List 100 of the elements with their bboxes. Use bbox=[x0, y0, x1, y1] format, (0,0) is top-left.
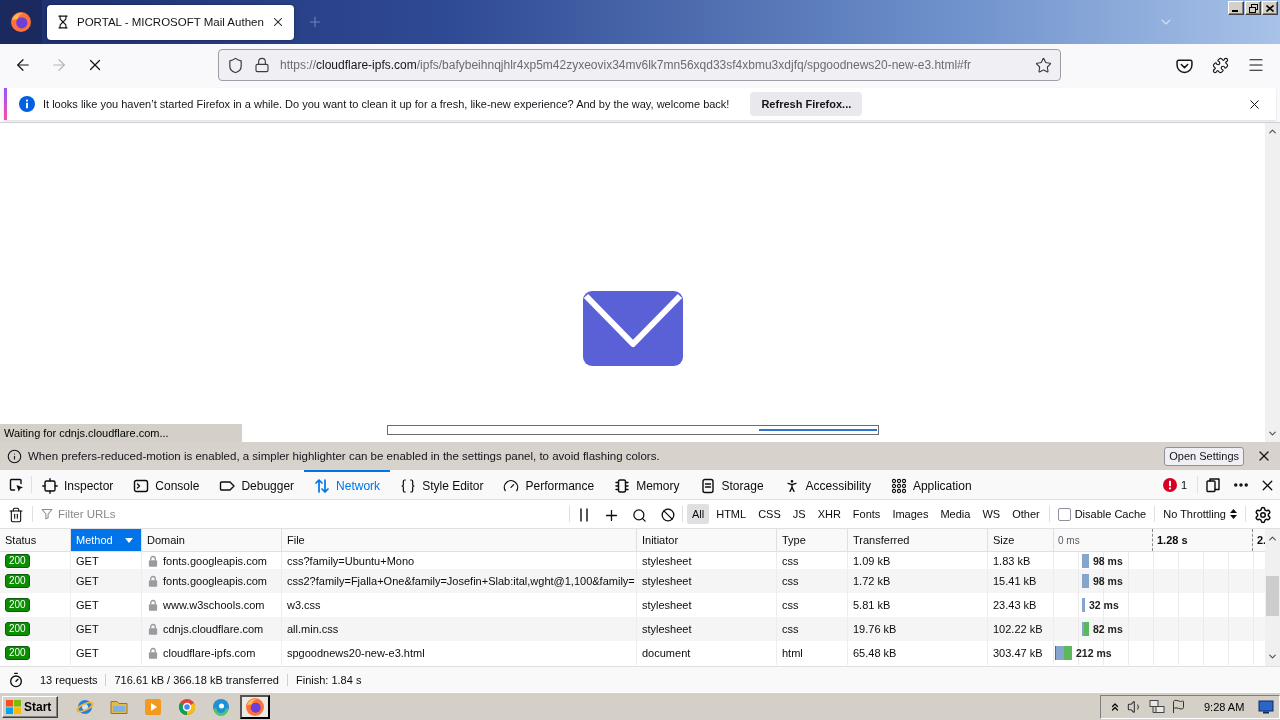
puzzle-icon[interactable] bbox=[1211, 56, 1229, 74]
column-header[interactable]: File bbox=[282, 529, 637, 551]
url-field[interactable]: https://cloudflare-ipfs.com/ipfs/bafybeihnqjhlr4xp5m42zyxeovix34mv6lk7mn56xqd33sf4xbmu3xdjfq/spgoodnews20-new-e3.html#fr bbox=[218, 49, 1061, 81]
back-icon[interactable] bbox=[14, 56, 32, 74]
type-filter-button[interactable]: Other bbox=[1007, 504, 1045, 524]
devtools-tab[interactable]: Accessibility bbox=[773, 470, 881, 499]
type-cell: html bbox=[777, 641, 848, 665]
timing-label: 98 ms bbox=[1093, 575, 1123, 587]
minimize-button[interactable] bbox=[1228, 1, 1244, 15]
domain-text: cdnjs.cloudflare.com bbox=[163, 623, 264, 635]
filter-field[interactable]: Filter URLs bbox=[58, 503, 569, 525]
browser-tab[interactable]: PORTAL - MICROSOFT Mail Authen bbox=[47, 4, 294, 40]
timing-label: 98 ms bbox=[1093, 554, 1123, 567]
status-code: 200 bbox=[5, 574, 30, 588]
column-header[interactable]: Domain bbox=[142, 529, 282, 551]
envelope-icon bbox=[582, 291, 683, 366]
chevron-shield-icon[interactable] bbox=[1175, 56, 1193, 74]
scroll-thumb[interactable] bbox=[1266, 576, 1279, 616]
pause-icon[interactable] bbox=[578, 508, 589, 522]
ban-icon[interactable] bbox=[660, 508, 675, 522]
search-icon[interactable] bbox=[632, 507, 648, 523]
network-icon[interactable] bbox=[1149, 698, 1165, 715]
timing-label: 32 ms bbox=[1089, 599, 1119, 611]
restore-button[interactable] bbox=[1245, 1, 1261, 15]
transfer-size: 716.61 kB / 366.18 kB transferred bbox=[106, 673, 288, 686]
column-header[interactable]: Type bbox=[777, 529, 848, 551]
devtools-tab[interactable]: Inspector bbox=[32, 470, 124, 499]
error-count[interactable]: 1 bbox=[1180, 478, 1187, 491]
dock-icon[interactable] bbox=[1205, 477, 1221, 493]
column-header[interactable]: Method bbox=[71, 529, 142, 551]
checkbox[interactable] bbox=[1057, 507, 1071, 521]
timing-bar bbox=[1082, 574, 1089, 588]
scroll-down-icon[interactable] bbox=[1267, 651, 1278, 662]
finish-time: Finish: 1.84 s bbox=[295, 673, 363, 686]
start-button[interactable]: Start bbox=[2, 695, 59, 718]
type-filter-button[interactable]: Images bbox=[887, 504, 934, 524]
type-filter-button[interactable]: Fonts bbox=[847, 504, 886, 524]
square-icon bbox=[42, 477, 58, 494]
devtools-tab[interactable]: Console bbox=[123, 470, 210, 499]
browser-logo-icon bbox=[246, 697, 265, 716]
devtools-tab[interactable]: Application bbox=[880, 470, 982, 499]
refresh-button[interactable]: Refresh Firefox... bbox=[750, 92, 863, 116]
clock: 9:28 AM bbox=[1204, 700, 1245, 713]
desktop-icon[interactable] bbox=[1258, 698, 1275, 715]
scrollbar[interactable] bbox=[1265, 529, 1280, 666]
file-cell: spgoodnews20-new-e3.html bbox=[282, 641, 637, 665]
table-row[interactable]: 200 GET fonts.googleapis.com css2?family=Fjalla+One&family=Josefin+Slab:ital,wght@1,100&family= stylesheet css 1.72 kB 15.41 kB 98 ms bbox=[0, 569, 1265, 593]
star-icon[interactable] bbox=[1035, 56, 1052, 74]
open-settings-button[interactable]: Open Settings bbox=[1164, 446, 1244, 466]
column-header[interactable]: Transferred bbox=[848, 529, 988, 551]
devtools-tab[interactable]: Memory bbox=[604, 470, 690, 499]
size-cell: 303.47 kB bbox=[988, 641, 1054, 665]
lock-icon bbox=[254, 57, 270, 73]
segmented-circle-icon bbox=[178, 697, 197, 716]
close-button[interactable] bbox=[1262, 1, 1278, 15]
timing-label: 212 ms bbox=[1076, 647, 1112, 659]
column-header[interactable]: Initiator bbox=[637, 529, 777, 551]
type-filter-button[interactable]: All bbox=[686, 504, 710, 524]
scroll-down-icon[interactable] bbox=[1267, 428, 1278, 439]
domain-text: fonts.googleapis.com bbox=[163, 554, 267, 567]
type-filter-button[interactable]: Media bbox=[935, 504, 976, 524]
status-code: 200 bbox=[5, 553, 30, 568]
type-filter-button[interactable]: CSS bbox=[753, 504, 786, 524]
browser-logo-icon[interactable] bbox=[11, 12, 31, 32]
type-filter-button[interactable]: HTML bbox=[711, 504, 752, 524]
element-picker-icon[interactable] bbox=[7, 477, 24, 493]
taskbar-app-button[interactable] bbox=[240, 694, 271, 719]
arrows-up-down-icon bbox=[314, 477, 331, 494]
throttling-select[interactable]: No Throttling bbox=[1155, 500, 1245, 528]
type-filter-button[interactable]: WS bbox=[977, 504, 1006, 524]
devtools-tab[interactable]: Style Editor bbox=[390, 470, 494, 499]
trash-icon[interactable] bbox=[8, 507, 24, 523]
initiator-cell: document bbox=[637, 641, 777, 665]
timing-label: 82 ms bbox=[1093, 623, 1123, 635]
filter-icon bbox=[41, 508, 53, 520]
scrollbar[interactable] bbox=[1265, 123, 1280, 442]
devtools-tab[interactable]: Storage bbox=[689, 470, 774, 499]
terminal-icon bbox=[133, 477, 150, 494]
orbit-icon bbox=[76, 697, 95, 716]
type-filter-button[interactable]: JS bbox=[787, 504, 811, 524]
settings-icon[interactable] bbox=[1254, 506, 1272, 524]
up-down-icon bbox=[1230, 509, 1237, 519]
timing-bar bbox=[1082, 598, 1085, 612]
transferred-cell: 65.48 kB bbox=[848, 641, 988, 665]
timeline-tick: 1.28 s bbox=[1152, 529, 1252, 551]
table-row[interactable]: 200 GET cdnjs.cloudflare.com all.min.css stylesheet css 19.76 kB 102.22 kB 82 ms bbox=[0, 617, 1265, 641]
info-icon bbox=[7, 448, 22, 464]
chip-icon bbox=[614, 477, 631, 494]
notification-text: It looks like you haven’t started Firefox in a while. Do you want to clean it up for a fresh, like-new experience? And by the way, welcome back! bbox=[43, 98, 730, 110]
stopwatch-icon bbox=[8, 671, 24, 688]
devtools-tab[interactable]: Performance bbox=[493, 470, 605, 499]
devtools-tab[interactable]: Debugger bbox=[209, 470, 305, 499]
flag-icon[interactable] bbox=[1171, 699, 1186, 714]
status-code: 200 bbox=[5, 646, 30, 660]
notice-text: When prefers-reduced-motion is enabled, a simpler highlighter can be enabled in the settings panel, to avoid flashing colors. bbox=[28, 450, 660, 462]
checkbox-label: Disable Cache bbox=[1074, 508, 1147, 520]
column-header[interactable]: Size bbox=[988, 529, 1054, 551]
menu-icon[interactable] bbox=[1247, 56, 1265, 74]
document-icon bbox=[699, 477, 716, 494]
type-filter-button[interactable]: XHR bbox=[812, 504, 846, 524]
